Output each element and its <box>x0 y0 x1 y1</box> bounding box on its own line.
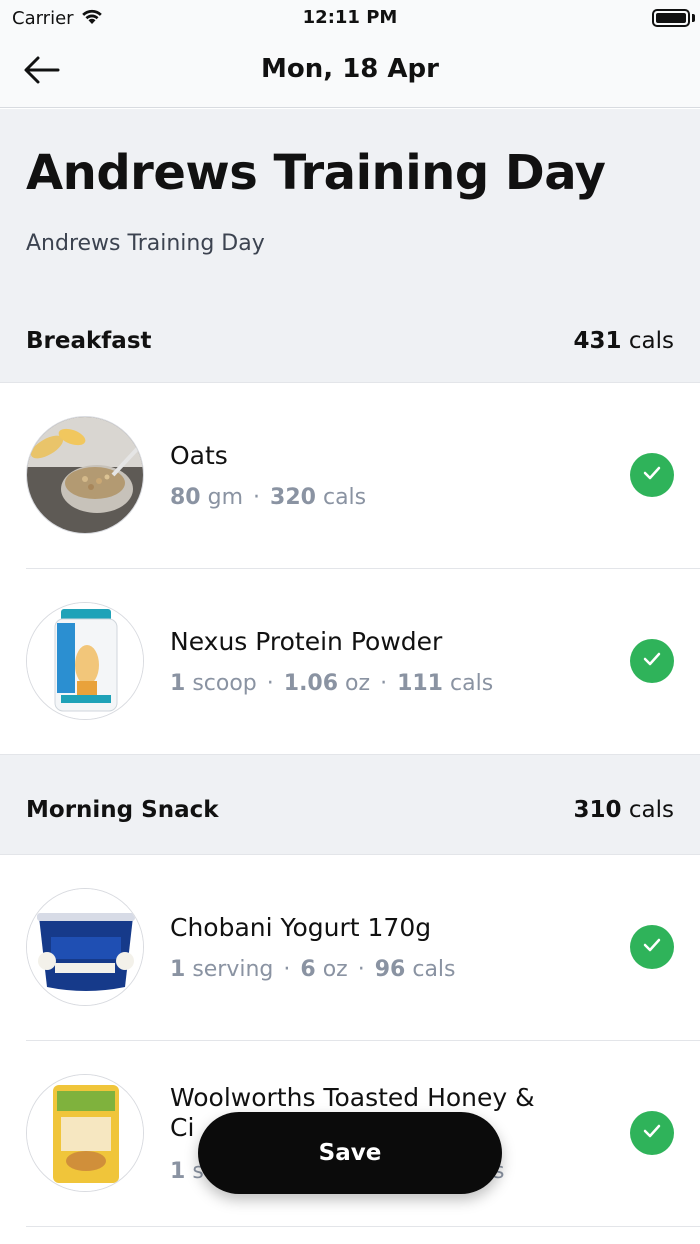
section-calories-value: 431 <box>573 328 622 354</box>
food-weight-unit: oz <box>345 671 371 696</box>
section-calories: 431 cals <box>574 328 674 354</box>
food-weight-unit: oz <box>322 957 348 982</box>
food-name: Oats <box>170 441 228 470</box>
checked-toggle[interactable] <box>630 453 674 497</box>
page-title: Andrews Training Day <box>26 145 606 201</box>
food-item-yogurt[interactable]: Chobani Yogurt 170g 1 serving · 6 oz · 96 ca… <box>0 855 700 1041</box>
food-quantity-value: 1 <box>170 957 186 982</box>
food-calories-unit: cals <box>322 485 367 510</box>
save-button[interactable]: Save <box>198 1112 502 1194</box>
section-header-breakfast: Breakfast 431 cals <box>0 294 700 383</box>
section-name: Morning Snack <box>26 797 219 823</box>
checkmark-icon <box>642 465 662 485</box>
food-calories-unit: cals <box>450 671 494 696</box>
checkmark-icon <box>642 937 662 957</box>
checked-toggle[interactable] <box>630 639 674 683</box>
food-details: 1 scoop · 1.06 oz · 111 cals <box>170 671 494 696</box>
food-item-oats[interactable]: Oats 80 gm · 320 cals <box>0 383 700 569</box>
food-calories-value: 320 <box>270 485 316 510</box>
protein-powder-image <box>26 602 144 720</box>
food-item-protein-powder[interactable]: Nexus Protein Powder 1 scoop · 1.06 oz · 111… <box>0 569 700 755</box>
divider <box>26 1226 700 1227</box>
section-calories-unit: cals <box>628 797 674 823</box>
oats-image <box>26 416 144 534</box>
yogurt-image <box>26 888 144 1006</box>
save-button-label: Save <box>318 1140 382 1166</box>
section-name: Breakfast <box>26 328 152 354</box>
food-weight-value: 6 <box>300 957 316 982</box>
page-subtitle: Andrews Training Day <box>26 231 265 256</box>
food-quantity-unit: serving <box>192 957 274 982</box>
food-weight-value: 1.06 <box>283 671 339 696</box>
section-calories-value: 310 <box>573 797 622 823</box>
food-quantity-unit: gm <box>207 485 244 510</box>
checked-toggle[interactable] <box>630 1111 674 1155</box>
food-name: Nexus Protein Powder <box>170 627 443 656</box>
food-quantity-value: 1 <box>170 671 186 696</box>
muesli-image <box>26 1074 144 1192</box>
status-bar: Carrier 12:11 PM <box>0 0 700 36</box>
food-quantity-value: 1 <box>170 1159 186 1184</box>
food-details: 80 gm · 320 cals <box>170 485 367 510</box>
food-calories-unit: cals <box>412 957 456 982</box>
checked-toggle[interactable] <box>630 925 674 969</box>
section-calories-unit: cals <box>628 328 674 354</box>
food-calories-value: 111 <box>397 671 443 696</box>
battery-cap <box>692 14 695 22</box>
section-calories: 310 cals <box>574 797 674 823</box>
food-name-line1: Woolworths Toasted Honey & <box>170 1083 535 1112</box>
food-name-line2: Ci <box>170 1113 195 1142</box>
food-quantity-value: 80 <box>170 485 201 510</box>
checkmark-icon <box>642 651 662 671</box>
food-quantity-unit: scoop <box>192 671 257 696</box>
battery-icon <box>652 9 690 27</box>
navigation-bar: Mon, 18 Apr <box>0 36 700 108</box>
food-name: Chobani Yogurt 170g <box>170 913 432 942</box>
checkmark-icon <box>642 1123 662 1143</box>
section-header-morning-snack: Morning Snack 310 cals <box>0 755 700 855</box>
food-details: 1 serving · 6 oz · 96 cals <box>170 957 456 982</box>
food-calories-value: 96 <box>374 957 406 982</box>
status-time: 12:11 PM <box>302 7 398 28</box>
nav-title: Mon, 18 Apr <box>261 54 439 84</box>
